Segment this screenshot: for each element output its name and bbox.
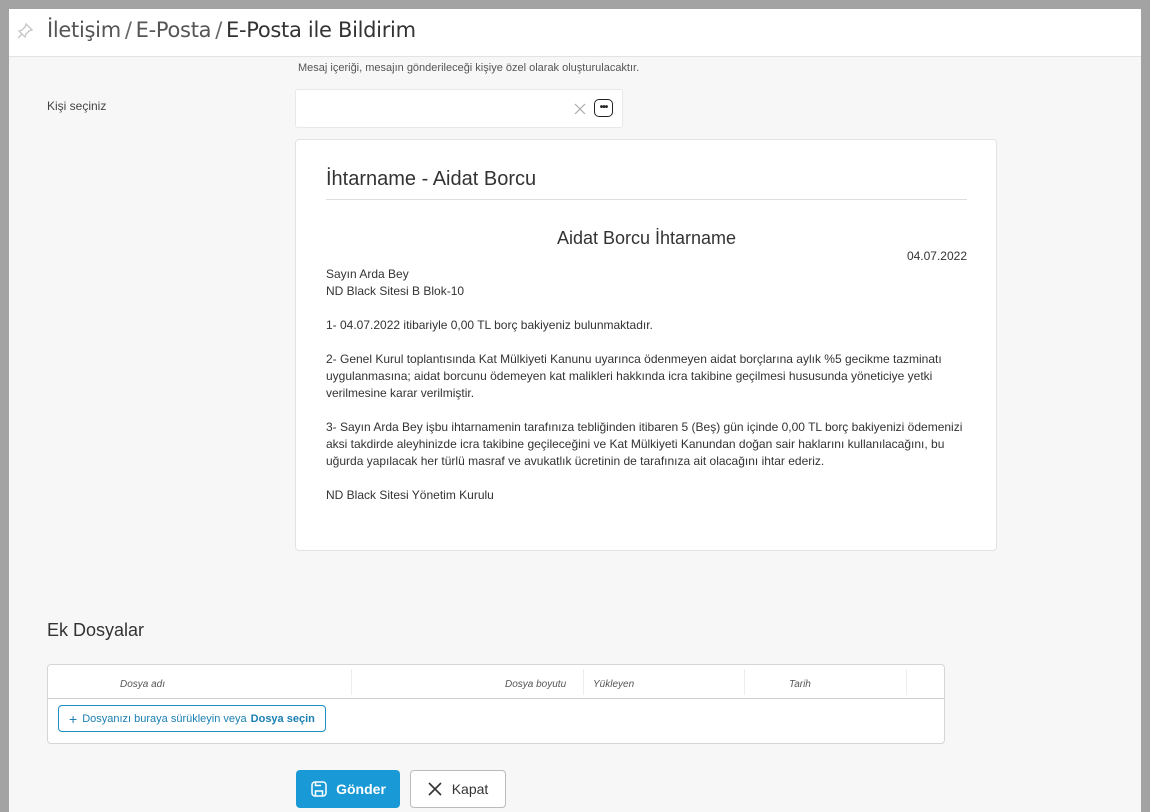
breadcrumb-item-eposta[interactable]: E-Posta [136, 18, 212, 42]
document-paragraph-2: 2- Genel Kurul toplantısında Kat Mülkiye… [326, 352, 942, 400]
attachments-table: Dosya adı Dosya boyutu Yükleyen Tarih + … [47, 664, 945, 744]
message-preview: İhtarname - Aidat Borcu Aidat Borcu İhta… [295, 139, 997, 551]
clear-icon[interactable] [574, 103, 586, 115]
send-button-label: Gönder [336, 781, 386, 797]
document-heading: Aidat Borcu İhtarname [556, 228, 737, 248]
page-title: E-Posta ile Bildirim [225, 18, 416, 42]
breadcrumb: İletişim / E-Posta / E-Posta ile Bildirim [47, 18, 416, 42]
breadcrumb-separator: / [124, 18, 132, 42]
save-icon [311, 781, 327, 797]
column-header-date[interactable]: Tarih [789, 679, 811, 690]
breadcrumb-separator: / [215, 18, 222, 42]
document-recipient: Sayın Arda Bey [326, 267, 409, 281]
person-select-input[interactable]: ••• [295, 89, 623, 128]
upload-file-button[interactable]: + Dosyanızı buraya sürükleyin veya Dosya… [58, 705, 326, 732]
breadcrumb-item-iletisim[interactable]: İletişim [47, 18, 121, 42]
plus-icon: + [69, 710, 78, 727]
close-icon [428, 782, 442, 796]
upload-text: Dosyanızı buraya sürükleyin veya [82, 712, 247, 725]
more-options-button[interactable]: ••• [594, 99, 613, 117]
column-header-file-name[interactable]: Dosya adı [120, 679, 165, 690]
table-header: Dosya adı Dosya boyutu Yükleyen Tarih [48, 665, 944, 699]
close-button[interactable]: Kapat [410, 770, 506, 808]
preview-title: İhtarname - Aidat Borcu [326, 168, 537, 190]
column-header-file-size[interactable]: Dosya boyutu [505, 679, 566, 690]
page-header: İletişim / E-Posta / E-Posta ile Bildirim [9, 9, 1141, 57]
message-hint: Mesaj içeriği, mesajın gönderileceği kiş… [298, 62, 640, 74]
person-label: Kişi seçiniz [47, 99, 107, 113]
send-button[interactable]: Gönder [296, 770, 400, 808]
document-address: ND Black Sitesi B Blok-10 [326, 284, 465, 298]
close-button-label: Kapat [451, 781, 489, 797]
document-body: Sayın Arda Bey ND Black Sitesi B Blok-10… [326, 266, 967, 504]
window-frame: İletişim / E-Posta / E-Posta ile Bildirim Me… [0, 0, 1150, 812]
document-paragraph-1: 1- 04.07.2022 itibariyle 0,00 TL borç ba… [326, 318, 653, 332]
pin-icon[interactable] [16, 22, 34, 40]
document-date: 04.07.2022 [906, 249, 967, 263]
document-signature: ND Black Sitesi Yönetim Kurulu [326, 488, 494, 502]
attachments-title: Ek Dosyalar [47, 620, 145, 640]
document-paragraph-3: 3- Sayın Arda Bey işbu ihtarnamenin tara… [326, 420, 963, 468]
column-header-uploader[interactable]: Yükleyen [593, 679, 634, 690]
choose-file-link[interactable]: Dosya seçin [251, 713, 315, 725]
preview-divider [326, 199, 967, 200]
